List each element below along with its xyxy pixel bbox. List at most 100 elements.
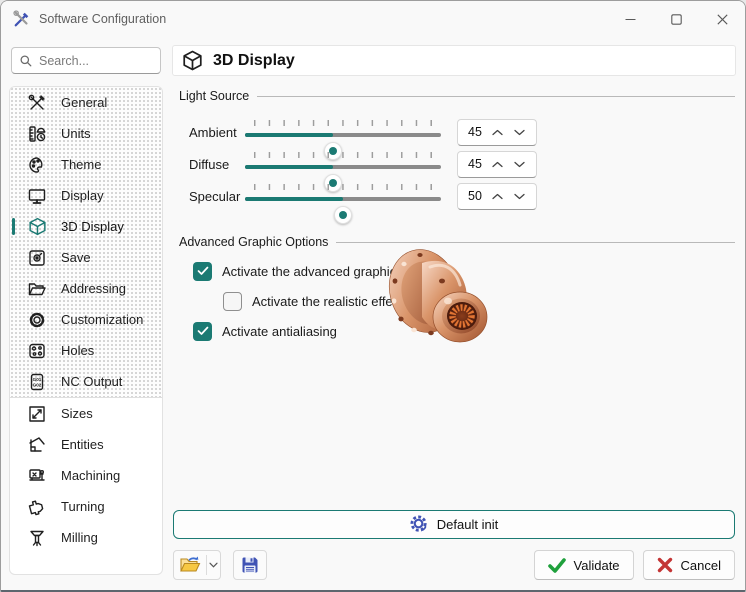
spin-up-icon[interactable] bbox=[486, 129, 508, 136]
slider-label: Specular bbox=[189, 189, 245, 204]
spin-up-icon[interactable] bbox=[486, 193, 508, 200]
search-box[interactable] bbox=[11, 47, 161, 74]
diffuse-slider[interactable] bbox=[245, 149, 441, 179]
sidebar-item-3d-display[interactable]: 3D Display bbox=[10, 211, 162, 242]
ruler-clock-icon bbox=[26, 123, 48, 145]
checkbox-row-advanced-graphics[interactable]: Activate the advanced graphics bbox=[193, 259, 403, 283]
spin-up-icon[interactable] bbox=[486, 161, 508, 168]
sidebar-item-addressing[interactable]: Addressing bbox=[10, 273, 162, 304]
section-label: Light Source bbox=[179, 89, 249, 103]
slider-track[interactable] bbox=[245, 133, 441, 137]
slider-ticks bbox=[254, 120, 432, 126]
drafting-icon bbox=[26, 434, 48, 456]
validate-label: Validate bbox=[574, 558, 620, 573]
default-init-button[interactable]: Default init bbox=[173, 510, 735, 539]
sidebar-item-turning[interactable]: Turning bbox=[10, 491, 162, 522]
gear-icon bbox=[26, 309, 48, 331]
svg-text:G02: G02 bbox=[33, 382, 42, 387]
slider-row-specular: Specular 50 bbox=[172, 179, 537, 213]
open-dropdown-chevron-icon[interactable] bbox=[206, 555, 220, 575]
sidebar-item-entities[interactable]: Entities bbox=[10, 429, 162, 460]
monitor-icon bbox=[26, 185, 48, 207]
sidebar-item-save[interactable]: Save bbox=[10, 242, 162, 273]
slider-ticks bbox=[254, 152, 432, 158]
ambient-spinbox[interactable]: 45 bbox=[457, 119, 537, 146]
cancel-button[interactable]: Cancel bbox=[643, 550, 735, 580]
search-input[interactable] bbox=[39, 54, 152, 68]
holes-plate-icon bbox=[26, 340, 48, 362]
sidebar-item-machining[interactable]: Machining bbox=[10, 460, 162, 491]
sidebar-item-label: 3D Display bbox=[61, 219, 124, 234]
mill-tool-icon bbox=[26, 527, 48, 549]
sidebar-item-label: NC Output bbox=[61, 374, 122, 389]
titlebar: Software Configuration bbox=[1, 1, 745, 37]
sidebar-item-units[interactable]: Units bbox=[10, 118, 162, 149]
sidebar-group-geometry: Sizes Entities Machining Turning bbox=[10, 398, 162, 553]
sidebar-item-label: Milling bbox=[61, 530, 98, 545]
sidebar-item-label: Customization bbox=[61, 312, 143, 327]
sidebar-item-label: Display bbox=[61, 188, 104, 203]
spin-value: 45 bbox=[468, 125, 486, 139]
slider-row-diffuse: Diffuse 45 bbox=[172, 147, 537, 181]
close-button[interactable] bbox=[699, 1, 745, 37]
sidebar-item-nc-output[interactable]: G01 G02 NC Output bbox=[10, 366, 162, 397]
checkbox-row-antialiasing[interactable]: Activate antialiasing bbox=[193, 319, 337, 343]
sidebar-item-label: Turning bbox=[61, 499, 105, 514]
floppy-icon bbox=[240, 555, 260, 575]
sidebar: General Units Theme Display bbox=[9, 86, 163, 575]
checkbox-label: Activate antialiasing bbox=[222, 324, 337, 339]
checkbox-unchecked[interactable] bbox=[223, 292, 242, 311]
sidebar-item-label: Sizes bbox=[61, 406, 93, 421]
section-label: Advanced Graphic Options bbox=[179, 235, 328, 249]
search-icon bbox=[20, 54, 32, 68]
sidebar-item-label: Addressing bbox=[61, 281, 126, 296]
diffuse-spinbox[interactable]: 45 bbox=[457, 151, 537, 178]
open-file-split-button[interactable] bbox=[173, 550, 221, 580]
open-folder-icon[interactable] bbox=[174, 555, 206, 575]
sidebar-item-sizes[interactable]: Sizes bbox=[10, 398, 162, 429]
spin-down-icon[interactable] bbox=[508, 129, 530, 136]
tools-icon bbox=[26, 92, 48, 114]
default-init-label: Default init bbox=[437, 517, 498, 532]
minimize-button[interactable] bbox=[607, 1, 653, 37]
save-file-button[interactable] bbox=[233, 550, 267, 580]
selection-indicator bbox=[12, 218, 15, 235]
sidebar-item-theme[interactable]: Theme bbox=[10, 149, 162, 180]
sidebar-item-holes[interactable]: Holes bbox=[10, 335, 162, 366]
slider-label: Ambient bbox=[189, 125, 245, 140]
specular-slider[interactable] bbox=[245, 181, 441, 211]
slider-track[interactable] bbox=[245, 165, 441, 169]
slider-ticks bbox=[254, 184, 432, 190]
palette-icon bbox=[26, 154, 48, 176]
sidebar-item-label: Machining bbox=[61, 468, 120, 483]
checkbox-row-realistic-effects[interactable]: Activate the realistic effects bbox=[223, 289, 409, 313]
checkbox-label: Activate the advanced graphics bbox=[222, 264, 403, 279]
app-tools-icon bbox=[13, 10, 31, 28]
checkbox-checked[interactable] bbox=[193, 322, 212, 341]
slider-track[interactable] bbox=[245, 197, 441, 201]
light-source-section-title: Light Source bbox=[179, 89, 735, 103]
panel-header: 3D Display bbox=[172, 45, 736, 76]
machine-icon bbox=[26, 465, 48, 487]
ambient-slider[interactable] bbox=[245, 117, 441, 147]
sidebar-item-milling[interactable]: Milling bbox=[10, 522, 162, 553]
spin-down-icon[interactable] bbox=[508, 193, 530, 200]
maximize-button[interactable] bbox=[653, 1, 699, 37]
sidebar-item-general[interactable]: General bbox=[10, 87, 162, 118]
bottom-action-row: Validate Cancel bbox=[173, 549, 735, 581]
specular-spinbox[interactable]: 50 bbox=[457, 183, 537, 210]
sidebar-item-customization[interactable]: Customization bbox=[10, 304, 162, 335]
sidebar-item-display[interactable]: Display bbox=[10, 180, 162, 211]
spin-down-icon[interactable] bbox=[508, 161, 530, 168]
software-configuration-window: Software Configuration General bbox=[0, 0, 746, 592]
checkbox-checked[interactable] bbox=[193, 262, 212, 281]
sidebar-item-label: Holes bbox=[61, 343, 94, 358]
x-icon bbox=[657, 557, 673, 573]
validate-button[interactable]: Validate bbox=[534, 550, 634, 580]
sidebar-item-label: Theme bbox=[61, 157, 101, 172]
floppy-gear-icon bbox=[26, 247, 48, 269]
slider-thumb[interactable] bbox=[334, 206, 352, 224]
section-rule bbox=[257, 96, 735, 97]
open-folder-icon bbox=[26, 278, 48, 300]
sidebar-item-label: General bbox=[61, 95, 107, 110]
